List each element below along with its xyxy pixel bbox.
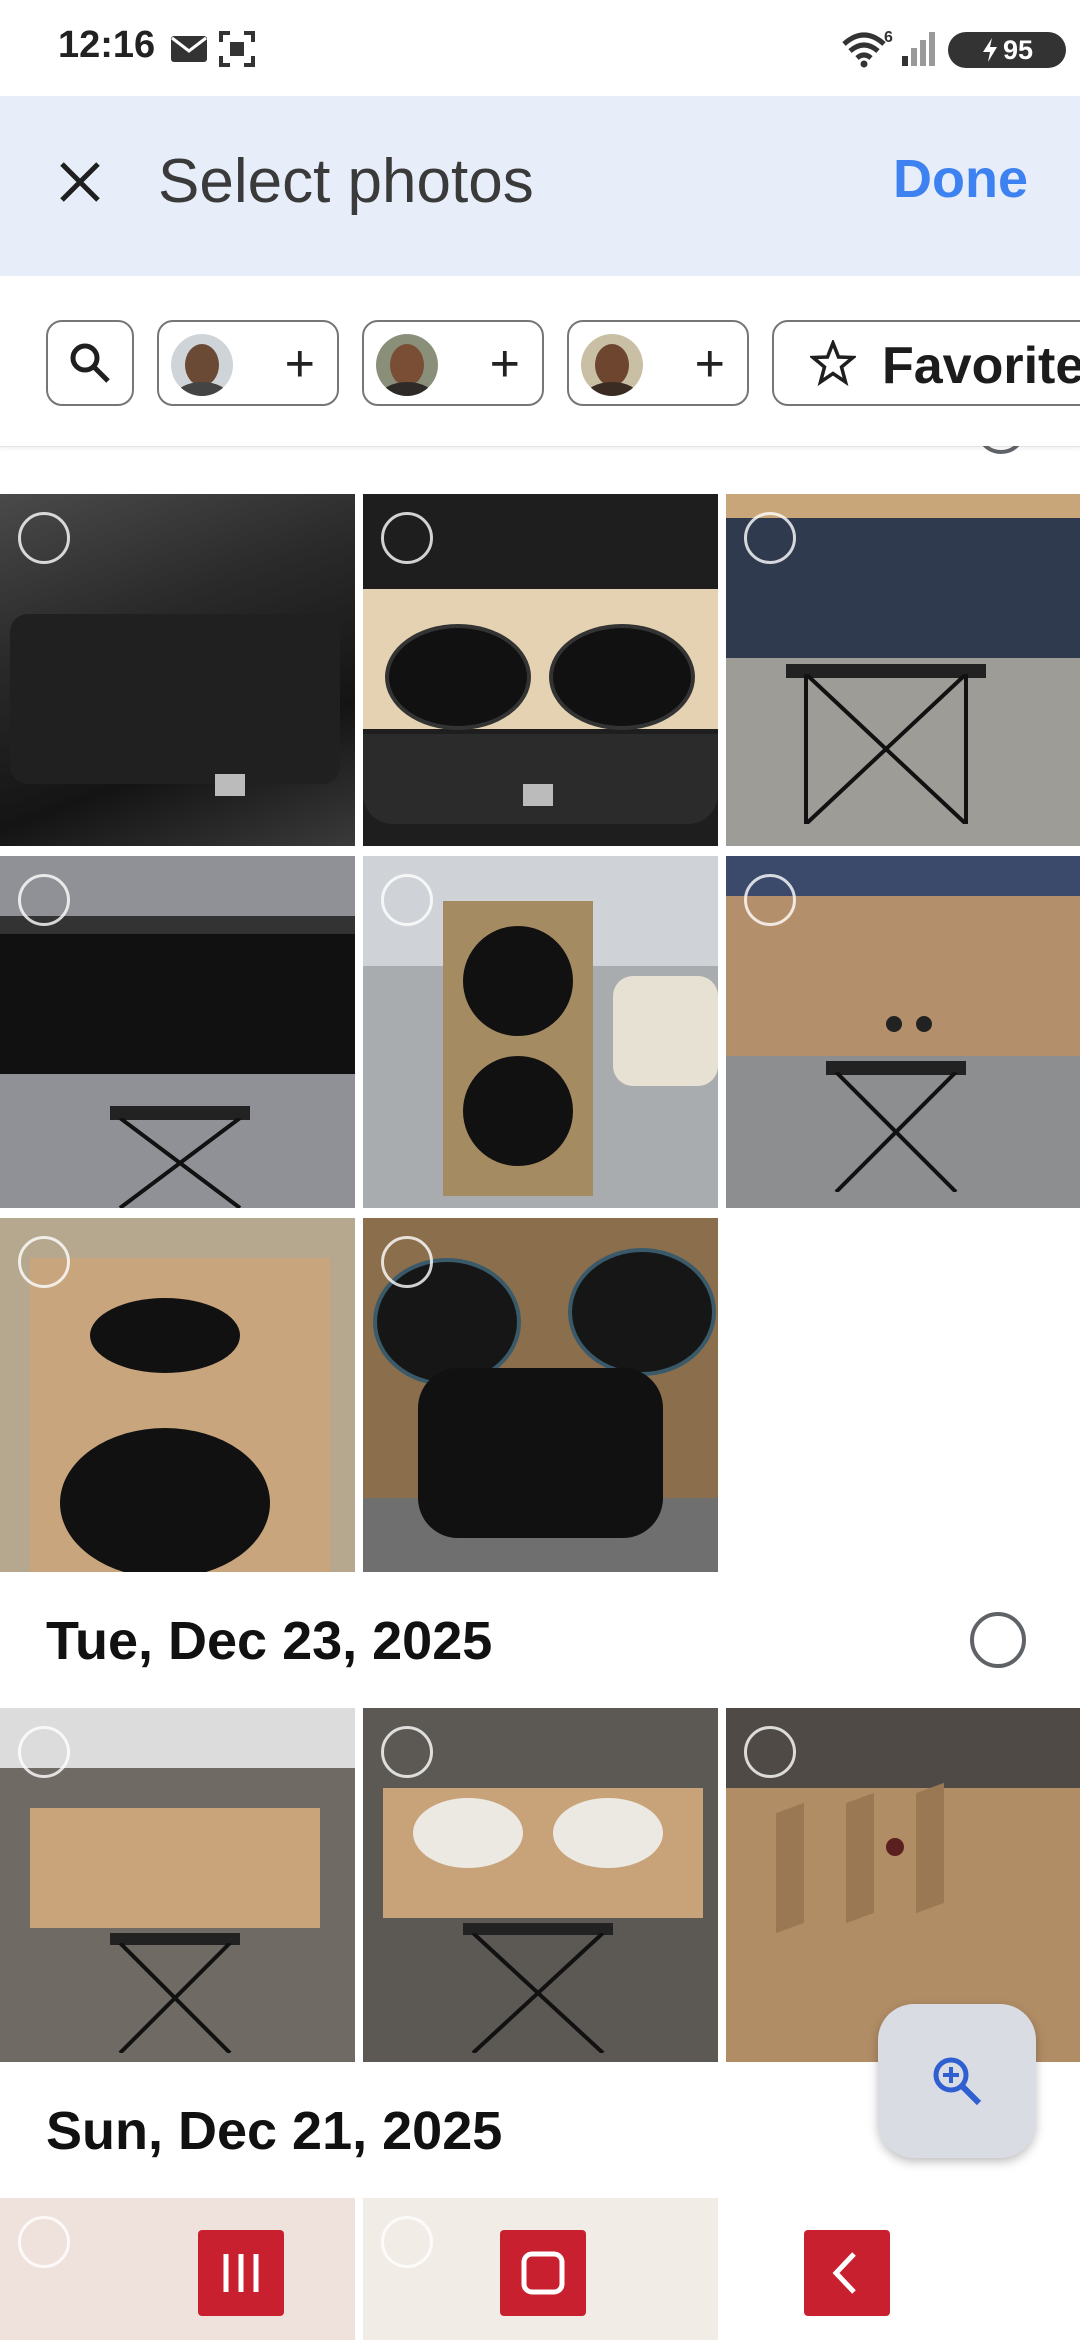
zoom-in-icon: [933, 2057, 982, 2106]
select-circle[interactable]: [18, 512, 70, 564]
photo-trunk-carpet[interactable]: [0, 494, 355, 846]
close-button[interactable]: [48, 150, 112, 214]
battery-charging-icon: [982, 38, 997, 62]
section-select-circle[interactable]: [970, 1612, 1026, 1668]
favorites-label: Favorites: [882, 337, 1080, 395]
select-circle[interactable]: [381, 1236, 433, 1288]
recent-apps-icon: [223, 2254, 259, 2292]
select-circle[interactable]: [744, 1726, 796, 1778]
photo-carpeted-box-on-stand[interactable]: [726, 494, 1080, 846]
person-chip-2[interactable]: +: [362, 320, 544, 406]
person-avatar: [171, 334, 233, 396]
back-button[interactable]: [804, 2230, 890, 2316]
person-avatar: [376, 334, 438, 396]
close-icon: [60, 162, 100, 202]
home-icon: [521, 2251, 565, 2295]
select-circle[interactable]: [381, 512, 433, 564]
page-title: Select photos: [158, 147, 534, 216]
photo-partial-1[interactable]: [0, 2198, 355, 2340]
battery-level: 95: [1002, 34, 1034, 65]
select-circle[interactable]: [18, 1726, 70, 1778]
star-icon: [810, 340, 856, 386]
photo-box-in-garage[interactable]: [0, 1708, 355, 2062]
photo-box-top-white[interactable]: [363, 1708, 718, 2062]
photo-open-box-driveway[interactable]: [0, 1218, 355, 1572]
select-circle[interactable]: [744, 512, 796, 564]
svg-text:6: 6: [884, 29, 893, 46]
home-button[interactable]: [500, 2230, 586, 2316]
person-chip-3[interactable]: +: [567, 320, 749, 406]
photo-speakers-on-table[interactable]: [363, 1218, 718, 1572]
person-avatar: [581, 334, 643, 396]
status-time: 12:16: [58, 24, 156, 66]
person-chip-1[interactable]: +: [157, 320, 339, 406]
plus-icon: +: [489, 335, 520, 393]
signal-icon: [902, 32, 935, 66]
battery-indicator: 95: [948, 32, 1066, 68]
select-circle[interactable]: [18, 2216, 70, 2268]
select-circle[interactable]: [381, 1726, 433, 1778]
select-circle[interactable]: [381, 2216, 433, 2268]
section-date-label: Sun, Dec 21, 2025: [46, 2101, 503, 2161]
photo-subwoofers-in-box[interactable]: [363, 494, 718, 846]
favorites-chip[interactable]: Favorites: [772, 320, 1080, 406]
search-icon: [70, 343, 110, 383]
plus-icon: +: [284, 335, 315, 393]
photo-box-with-cutouts[interactable]: [726, 856, 1080, 1208]
select-circle[interactable]: [18, 874, 70, 926]
select-circle[interactable]: [381, 874, 433, 926]
section-date-label: Tue, Dec 23, 2025: [46, 1611, 493, 1671]
photo-black-box-on-stand[interactable]: [0, 856, 355, 1208]
recent-apps-button[interactable]: [198, 2230, 284, 2316]
back-icon: [832, 2252, 856, 2294]
select-circle[interactable]: [744, 874, 796, 926]
done-button[interactable]: Done: [893, 148, 1028, 210]
plus-icon: +: [694, 335, 725, 393]
select-circle[interactable]: [18, 1236, 70, 1288]
photo-upright-box-driveway[interactable]: [363, 856, 718, 1208]
zoom-button[interactable]: [878, 2004, 1036, 2158]
wifi-icon: 6: [842, 29, 893, 68]
mail-icon: [171, 36, 207, 62]
search-chip[interactable]: [46, 320, 134, 406]
screenshot-icon: [219, 31, 255, 67]
